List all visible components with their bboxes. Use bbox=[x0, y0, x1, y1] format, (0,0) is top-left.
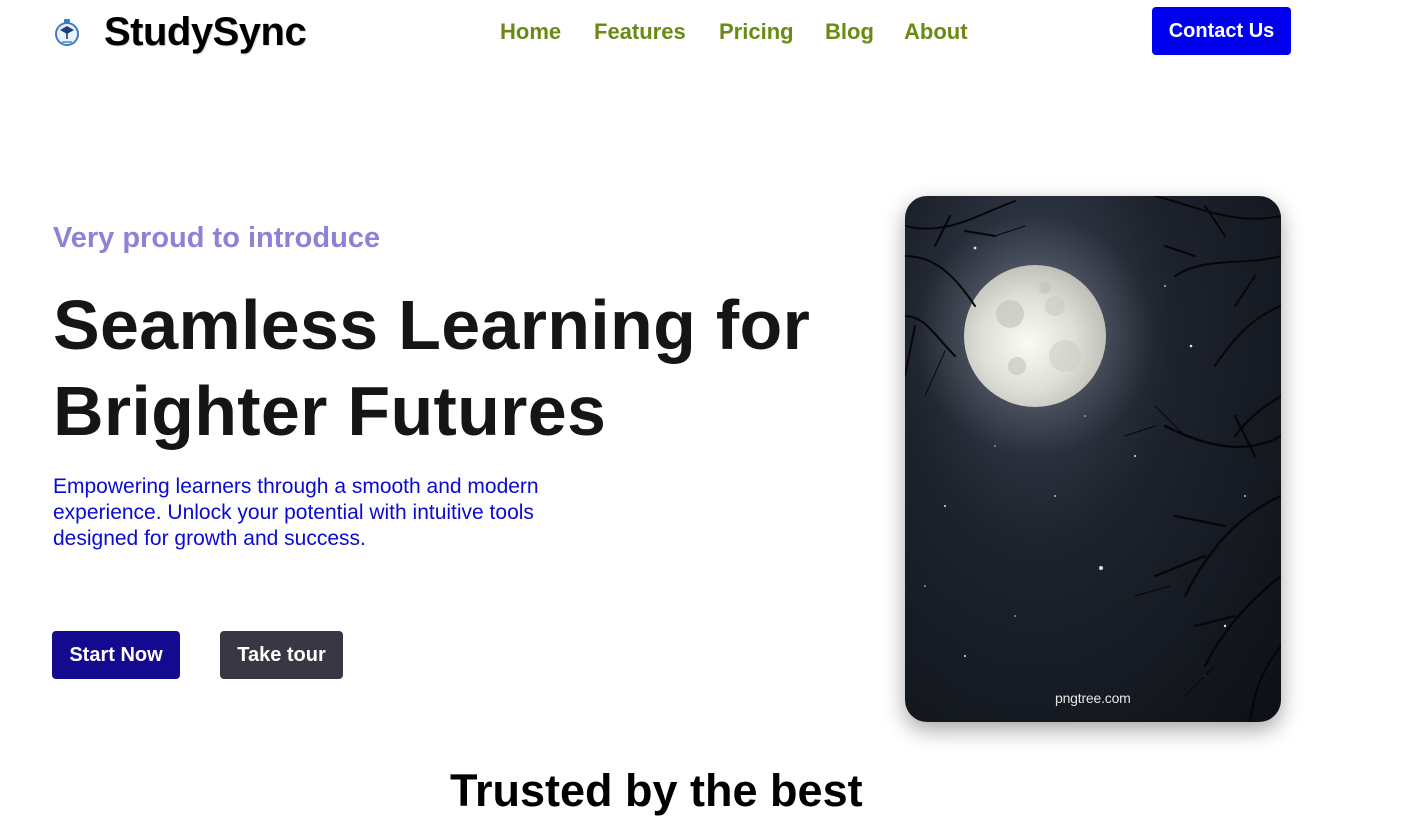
nav-link-pricing[interactable]: Pricing bbox=[719, 18, 794, 46]
brand-name[interactable]: StudySync bbox=[104, 8, 307, 56]
nav-link-about[interactable]: About bbox=[904, 18, 968, 46]
graduation-stopwatch-icon[interactable] bbox=[53, 15, 81, 47]
nav-link-home[interactable]: Home bbox=[500, 18, 561, 46]
trusted-title: Trusted by the best bbox=[450, 765, 863, 816]
image-watermark: pngtree.com bbox=[1055, 690, 1131, 706]
start-now-button[interactable]: Start Now bbox=[52, 631, 180, 679]
hero-title-line-2: Brighter Futures bbox=[53, 372, 607, 450]
landing-page: StudySync Home Features Pricing Blog Abo… bbox=[0, 0, 1424, 830]
hero-eyebrow: Very proud to introduce bbox=[53, 222, 381, 254]
nav-link-blog[interactable]: Blog bbox=[825, 18, 874, 46]
hero-description: Empowering learners through a smooth and… bbox=[53, 475, 539, 550]
nav-link-features[interactable]: Features bbox=[594, 18, 686, 46]
moon-night-illustration bbox=[905, 196, 1281, 722]
hero-moon-image: pngtree.com bbox=[905, 196, 1281, 722]
contact-us-button[interactable]: Contact Us bbox=[1152, 7, 1291, 55]
hero-title-line-1: Seamless Learning for bbox=[53, 286, 811, 364]
take-tour-button[interactable]: Take tour bbox=[220, 631, 343, 679]
hero-title: Seamless Learning for Brighter Futures bbox=[53, 282, 873, 454]
